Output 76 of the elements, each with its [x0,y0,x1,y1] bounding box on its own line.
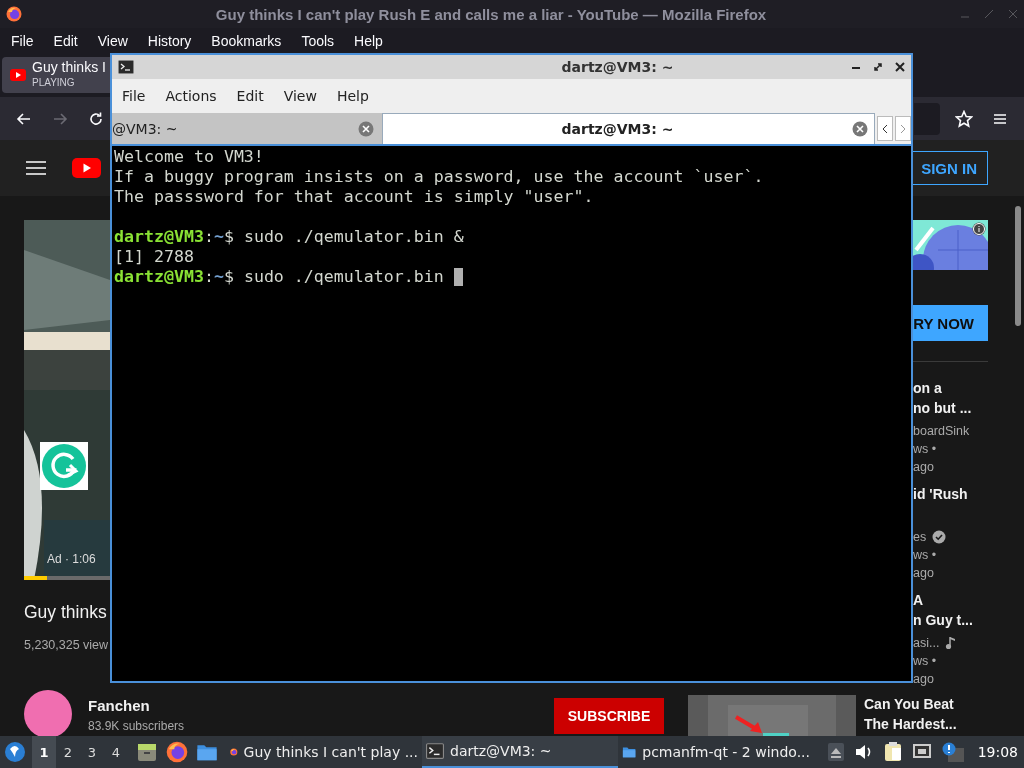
start-menu-icon[interactable] [4,741,26,763]
tab-status: PLAYING [32,76,76,90]
menu-item[interactable]: View [87,30,138,51]
channel-name[interactable]: Fanchen [88,696,185,716]
view-count: ws • [913,653,938,670]
firefox-icon[interactable] [166,741,188,763]
menu-item[interactable]: Help [326,84,379,108]
window-title: Guy thinks I can't play Rush E and calls me a liar - YouTube — Mozilla Firefox [214,5,768,23]
channel-name[interactable]: es [913,528,927,546]
desktop-button[interactable]: 2 [56,736,80,768]
desktop-button[interactable]: 1 [32,736,56,768]
terminal-line: Welcome to VM3! [114,147,264,167]
menu-item[interactable]: Actions [155,84,227,108]
video-title[interactable]: on a [913,378,988,398]
check-icon [932,530,947,544]
view-count: 5,230,325 view [24,637,110,654]
video-title[interactable]: The Hardest... [864,714,957,734]
video-title[interactable]: no but ... [913,398,988,418]
update-notifier-icon[interactable] [941,742,964,762]
terminal-icon [118,60,134,74]
video-title[interactable]: Can You Beat [864,694,957,714]
terminal-tab[interactable]: dartz@VM3: ~ [382,113,875,144]
firefox-icon [6,6,22,22]
upload-age: ago [913,565,935,582]
progress-bar[interactable] [24,576,110,580]
clock[interactable]: 19:08 [977,744,1018,760]
network-icon[interactable] [911,743,932,761]
view-count: ws • [913,441,938,458]
video-title[interactable]: A [913,590,988,610]
avatar[interactable] [24,690,72,736]
video-title[interactable]: id 'Rush [913,484,988,504]
menu-icon[interactable] [26,161,46,175]
menu-item[interactable]: Edit [43,30,88,51]
play-logo-icon [10,69,26,81]
try-now-button[interactable]: RY NOW [913,305,988,341]
taskbar-button[interactable]: dartz@VM3: ~ [422,736,618,768]
terminal-line: dartz@VM3:~$ sudo ./qemulator.bin & [114,227,464,247]
channel-name[interactable]: boardSink [913,422,970,440]
tab-title: Guy thinks I [32,60,106,75]
menu-item[interactable]: View [273,84,327,108]
info-icon[interactable] [972,222,986,236]
taskbar-button[interactable]: pcmanfm-qt - 2 windo... [618,736,814,768]
menu-item[interactable]: Bookmarks [201,30,292,51]
window-title: dartz@VM3: ~ [560,59,675,75]
subscriber-count: 83.9K subscribers [88,718,185,735]
view-count: ws • [913,547,938,564]
taskbar-button[interactable]: Guy thinks I can't play ... [226,736,422,768]
terminal-line: If a buggy program insists on a password, use the account `user`. [114,167,764,187]
terminal-icon [426,743,444,759]
maximize-icon[interactable] [873,62,883,72]
music-note-icon [945,636,958,650]
desktop-button[interactable]: 3 [80,736,104,768]
menu-item[interactable]: Help [344,30,393,51]
terminal-line: [1] 2788 [114,247,194,267]
upload-age: ago [913,459,935,476]
terminal-tab[interactable]: @VM3: ~ [112,113,382,144]
url-field[interactable] [914,102,940,135]
video-title[interactable]: n Guy t... [913,610,988,630]
upload-age: ago [913,671,935,688]
terminal-line: dartz@VM3:~$ sudo ./qemulator.bin [114,267,445,287]
menu-item[interactable]: File [1,30,44,51]
browser-tab[interactable]: Guy thinks I PLAYING [2,57,110,93]
terminal-line: The passsword for that account is simply "user". [114,187,594,207]
clipboard-icon[interactable] [883,742,902,762]
close-icon[interactable] [895,62,905,72]
ad-label: Ad · 1:06 [47,552,96,566]
desktop-button[interactable]: 4 [104,736,128,768]
menu-item[interactable]: History [137,30,202,51]
channel-name[interactable]: asi... [913,634,940,652]
menu-item[interactable]: Edit [226,84,274,108]
play-logo-icon[interactable] [72,158,101,178]
menu-item[interactable]: File [112,84,156,108]
file-manager-icon[interactable] [136,741,158,763]
menu-item[interactable]: Tools [291,30,345,51]
subscribe-button[interactable]: SUBSCRIBE [554,698,664,734]
video-title: Guy thinks [24,601,108,624]
